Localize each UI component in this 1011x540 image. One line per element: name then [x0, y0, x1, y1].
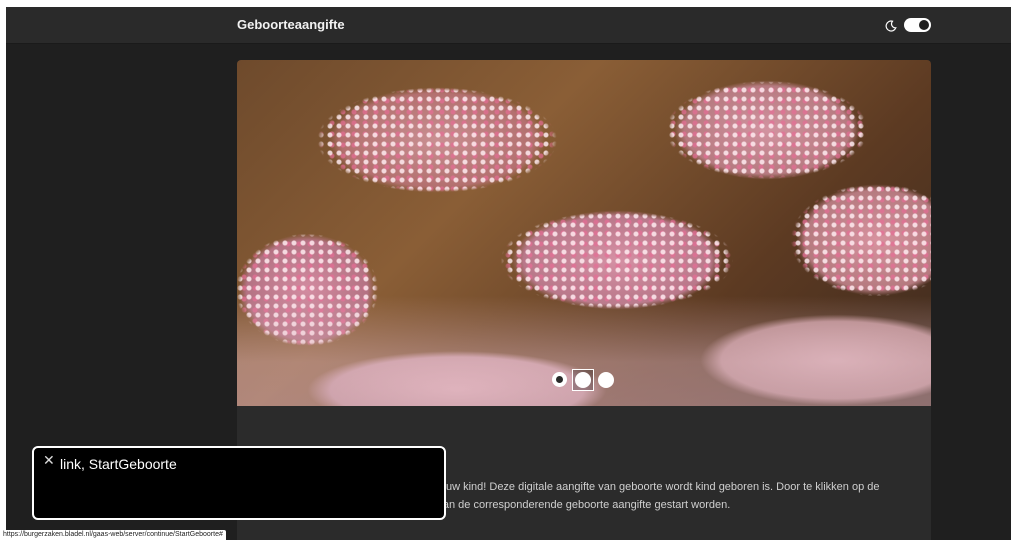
carousel-dot-1[interactable]	[552, 372, 567, 387]
toggle-knob	[919, 20, 929, 30]
close-icon[interactable]: ✕	[43, 453, 55, 467]
status-bar-url: https://burgerzaken.bladel.nl/gaas-web/s…	[0, 530, 226, 540]
moon-icon	[885, 19, 897, 32]
hero-carousel	[237, 60, 931, 406]
top-bar: Geboorteaangifte	[6, 7, 1011, 44]
hint-label: link, StartGeboorte	[60, 456, 177, 472]
dark-mode-toggle[interactable]	[904, 18, 931, 32]
carousel-indicators	[550, 369, 620, 391]
page-title: Geboorteaangifte	[237, 17, 345, 32]
accessibility-hint-overlay: ✕ link, StartGeboorte	[32, 446, 446, 520]
carousel-dot-2[interactable]	[575, 372, 591, 388]
carousel-dot-3[interactable]	[598, 372, 614, 388]
